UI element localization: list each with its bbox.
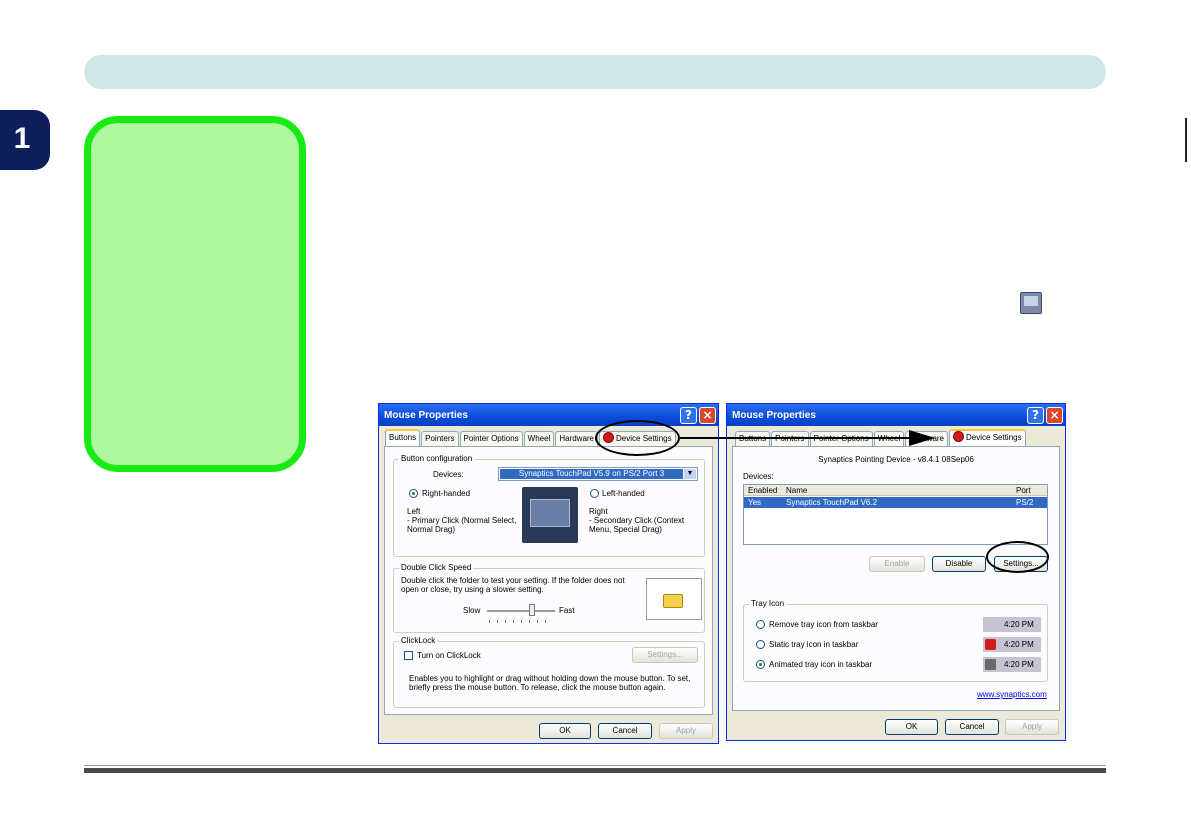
callout-arrow [680, 430, 935, 446]
arrow-head [909, 430, 935, 446]
